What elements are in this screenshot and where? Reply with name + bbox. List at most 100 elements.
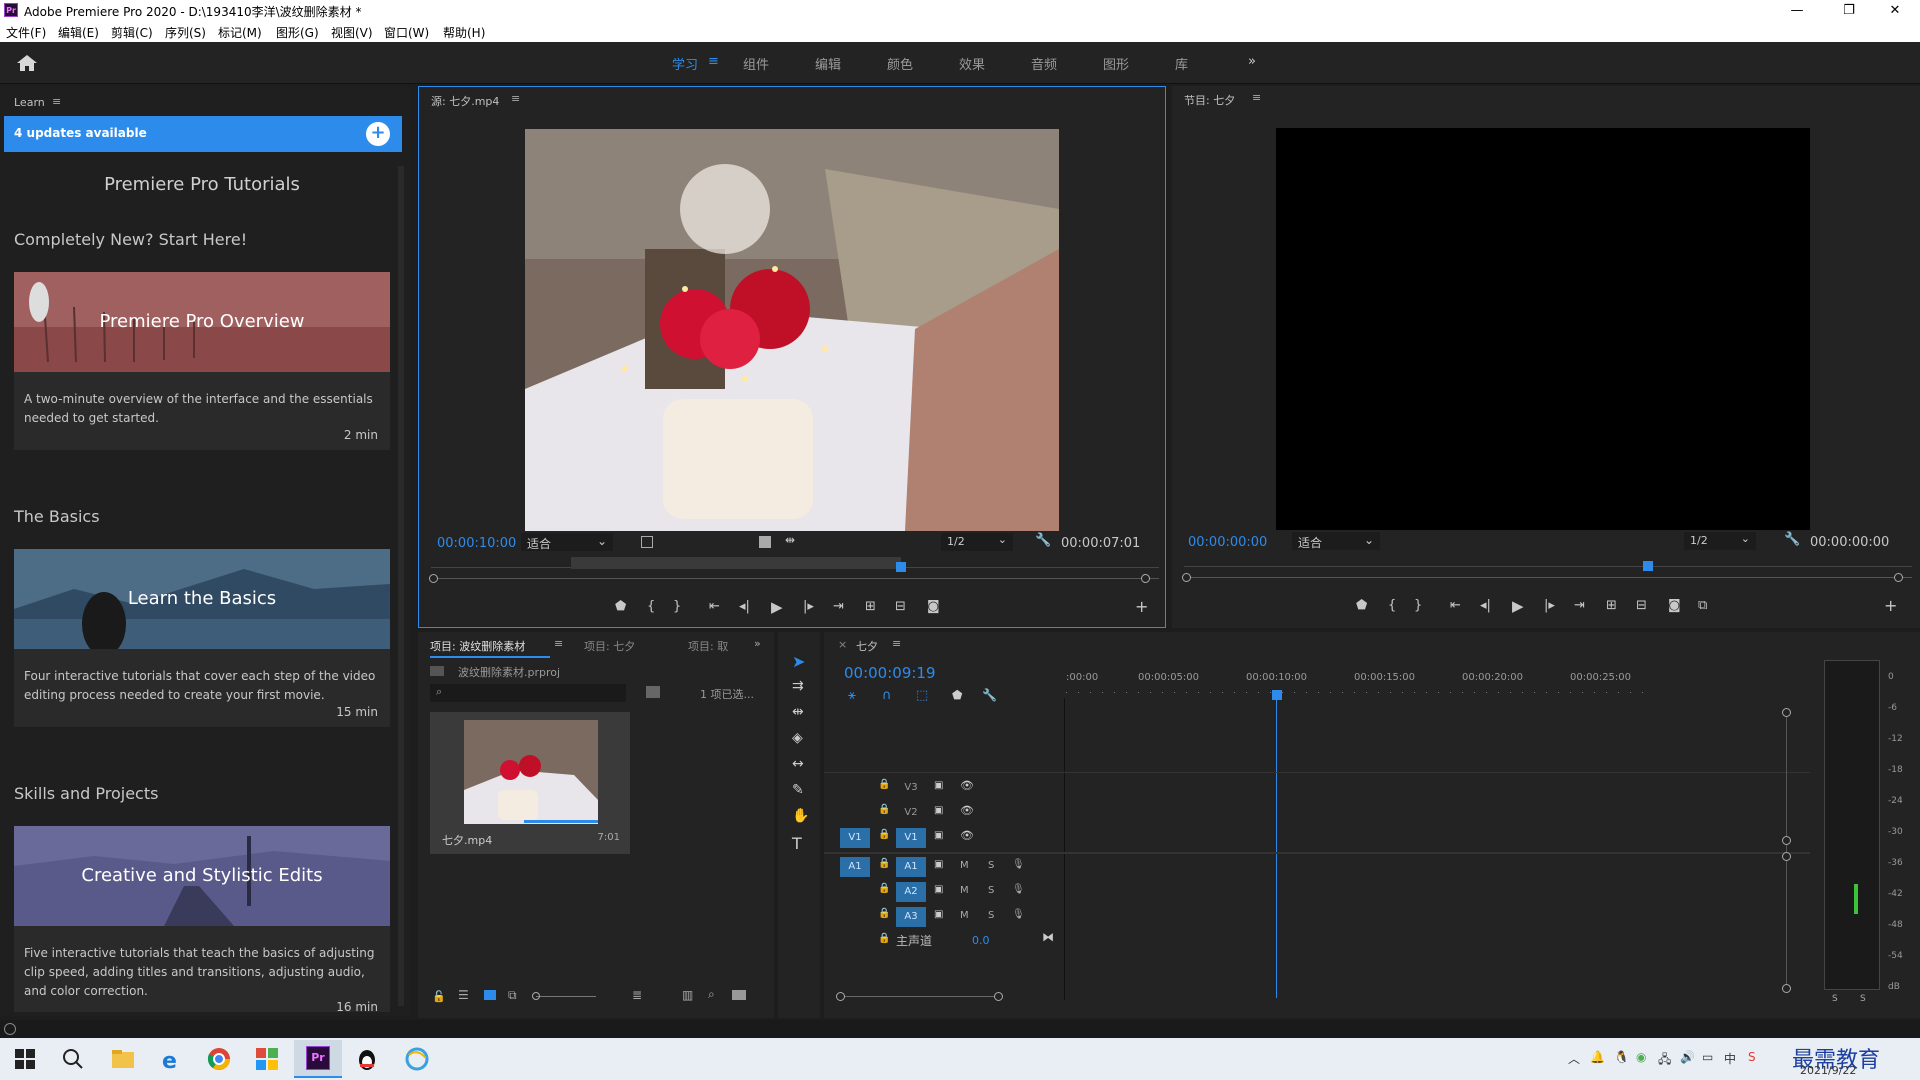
zoom-handle-left[interactable] [429, 574, 438, 583]
slip-tool-icon[interactable]: ↔ [792, 756, 804, 772]
panel-menu-icon[interactable]: ≡ [511, 92, 520, 105]
eye-icon[interactable]: 👁 [960, 829, 974, 842]
workspace-editing[interactable]: 编辑 [815, 54, 841, 73]
mark-out-icon[interactable]: } [1414, 598, 1422, 613]
zoom-slider[interactable] [536, 996, 596, 997]
voice-over-icon[interactable]: 🎙 [1012, 909, 1025, 920]
eye-icon[interactable]: 👁 [960, 779, 974, 792]
panel-menu-icon[interactable]: ≡ [52, 95, 61, 108]
project-tab-active[interactable]: 项目: 波纹删除素材 [430, 638, 525, 654]
zoom-handle-right[interactable] [1894, 573, 1903, 582]
button-editor-icon[interactable]: + [1135, 597, 1148, 616]
source-resolution-dropdown[interactable]: 1/2 ⌄ [941, 533, 1013, 551]
find-icon[interactable]: ⌕ [708, 987, 715, 1002]
windows-start-icon[interactable] [12, 1046, 38, 1072]
close-button[interactable]: ✕ [1872, 0, 1918, 21]
vscroll-handle-top[interactable] [1782, 708, 1791, 717]
program-playhead[interactable] [1643, 561, 1653, 571]
solo-button[interactable]: S [988, 860, 994, 871]
voice-over-icon[interactable]: 🎙 [1012, 859, 1025, 870]
timeline-settings-icon[interactable]: 🔧 [982, 688, 997, 702]
mute-button[interactable]: M [960, 860, 969, 871]
file-explorer-icon[interactable] [110, 1046, 136, 1072]
track-lock-icon[interactable]: 🔒 [878, 933, 890, 944]
source-in-out-range[interactable] [571, 557, 901, 569]
source-playhead[interactable] [896, 562, 906, 572]
search-icon[interactable] [60, 1046, 86, 1072]
type-tool-icon[interactable]: T [792, 834, 802, 853]
icon-view-icon[interactable] [484, 990, 496, 1000]
ripple-edit-tool-icon[interactable]: ⇹ [792, 704, 804, 720]
drag-video-icon[interactable] [759, 536, 771, 548]
program-video-frame[interactable] [1276, 128, 1810, 530]
track-label-a2[interactable]: A2 [896, 882, 926, 902]
source-patch-a1[interactable]: A1 [840, 857, 870, 877]
solo-left-button[interactable]: S [1832, 994, 1838, 1004]
solo-button[interactable]: S [988, 885, 994, 896]
step-back-icon[interactable]: ◂| [1480, 598, 1491, 613]
mute-button[interactable]: M [960, 885, 969, 896]
export-frame-icon[interactable]: ◙ [1668, 598, 1681, 613]
track-label-a3[interactable]: A3 [896, 907, 926, 927]
menu-graphics[interactable]: 图形(G) [276, 24, 319, 41]
program-tab[interactable]: 节目: 七夕 [1184, 92, 1235, 108]
ie-browser-icon[interactable]: e [158, 1046, 184, 1072]
workspace-effects[interactable]: 效果 [959, 54, 985, 73]
sort-icon[interactable]: ≣ [632, 988, 642, 1002]
project-tab[interactable]: 项目: 取 [688, 638, 728, 654]
qq-penguin-icon[interactable] [354, 1046, 380, 1072]
track-lock-icon[interactable]: 🔒 [878, 858, 890, 869]
add-marker-icon[interactable]: ⬟ [615, 599, 626, 614]
hscroll-handle-left[interactable] [836, 992, 845, 1001]
mark-in-icon[interactable]: { [1388, 598, 1396, 613]
timeline-tab[interactable]: 七夕 [856, 638, 878, 654]
home-icon[interactable] [16, 54, 38, 72]
project-search-input[interactable]: ⌕ [430, 684, 626, 702]
project-clip-item[interactable]: 七夕.mp4 7:01 [430, 712, 630, 854]
track-lock-icon[interactable]: 🔒 [878, 804, 890, 815]
button-editor-icon[interactable]: + [1884, 596, 1897, 615]
learn-scrollbar[interactable] [398, 166, 404, 1006]
program-ruler[interactable] [1184, 566, 1912, 567]
workspace-color[interactable]: 颜色 [887, 54, 913, 73]
add-marker-icon[interactable]: ⬟ [952, 688, 962, 702]
workspace-libraries[interactable]: 库 [1175, 54, 1188, 73]
panel-menu-icon[interactable]: ≡ [554, 637, 563, 650]
timeline-playhead-head[interactable] [1272, 690, 1282, 700]
zoom-handle-left[interactable] [1182, 573, 1191, 582]
go-to-out-icon[interactable]: ⇥ [1574, 598, 1585, 613]
go-to-in-icon[interactable]: ⇤ [1450, 598, 1461, 613]
sync-lock-icon[interactable]: ▣ [934, 859, 943, 870]
menu-help[interactable]: 帮助(H) [443, 24, 485, 41]
menu-file[interactable]: 文件(F) [6, 24, 46, 41]
close-tab-icon[interactable]: × [838, 638, 847, 651]
panel-menu-icon[interactable]: ≡ [892, 637, 901, 650]
menu-clip[interactable]: 剪辑(C) [111, 24, 153, 41]
tray-display-icon[interactable]: ▭ [1702, 1050, 1713, 1064]
program-playhead-timecode[interactable]: 00:00:00:00 [1188, 535, 1267, 550]
lift-icon[interactable]: ⊞ [1606, 598, 1617, 613]
source-zoom-bar[interactable] [431, 578, 1159, 579]
menu-marker[interactable]: 标记(M) [218, 24, 262, 41]
tray-ime-icon[interactable]: 中 [1724, 1050, 1736, 1067]
tray-qq-icon[interactable]: 🐧 [1614, 1050, 1629, 1064]
solo-right-button[interactable]: S [1860, 994, 1866, 1004]
freeform-view-icon[interactable]: ⧉ [508, 988, 517, 1003]
sync-lock-icon[interactable]: ▣ [934, 884, 943, 895]
chrome-icon[interactable] [206, 1046, 232, 1072]
sync-lock-icon[interactable]: ▣ [934, 830, 943, 841]
automate-icon[interactable]: ▥ [682, 988, 693, 1002]
mute-button[interactable]: M [960, 910, 969, 921]
add-marker-icon[interactable]: ⬟ [1356, 598, 1367, 613]
tutorial-card-overview[interactable]: Premiere Pro Overview A two-minute overv… [14, 272, 390, 450]
insert-sequence-icon[interactable]: ⬚ [916, 688, 928, 703]
sync-lock-icon[interactable]: ▣ [934, 909, 943, 920]
workspace-more-icon[interactable]: » [1248, 54, 1256, 69]
play-icon[interactable]: ▶ [771, 598, 783, 616]
compare-icon[interactable]: ⧉ [1698, 598, 1707, 613]
tutorial-card-creative[interactable]: Creative and Stylistic Edits Five intera… [14, 826, 390, 1012]
source-patch-v1[interactable]: V1 [840, 828, 870, 848]
tray-expand-icon[interactable]: ︿ [1568, 1050, 1580, 1067]
overwrite-icon[interactable]: ⊟ [895, 599, 906, 614]
step-forward-icon[interactable]: |▸ [803, 599, 814, 614]
